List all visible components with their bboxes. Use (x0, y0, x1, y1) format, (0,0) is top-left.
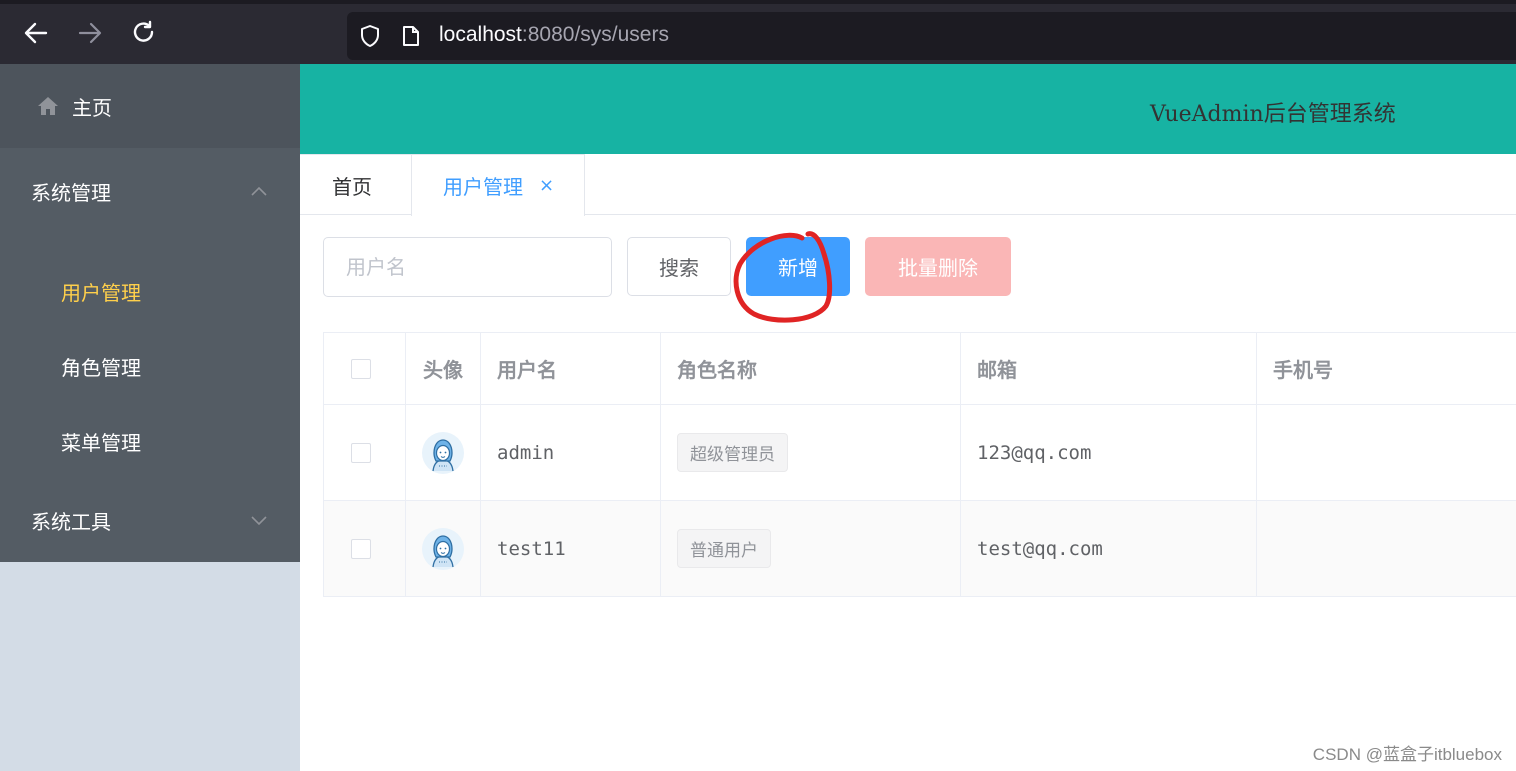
column-header: 角色名称 (661, 333, 961, 404)
phone-cell (1257, 405, 1516, 500)
url-path: :8080/sys/users (521, 23, 669, 46)
url-host: localhost (439, 23, 522, 46)
select-cell (324, 405, 406, 500)
select-cell (324, 501, 406, 596)
url-text: localhost:8080/sys/users (439, 23, 669, 47)
red-circle-annotation (733, 231, 833, 323)
chevron-down-icon (251, 515, 267, 525)
sidebar-item-label: 系统管理 (31, 180, 111, 205)
tab-user-management[interactable]: 用户管理 × (411, 154, 585, 216)
sidebar-item-label: 系统工具 (31, 510, 111, 534)
browser-toolbar: localhost:8080/sys/users (0, 0, 1516, 64)
row-checkbox[interactable] (350, 442, 371, 463)
user-table: 头像 用户名 角色名称 邮箱 手机号 admin 超级管理员 123@qq.co… (323, 332, 1516, 597)
page-icon (403, 26, 419, 46)
avatar (422, 527, 464, 570)
sidebar: 主页 系统管理 用户管理 角色管理 菜单管理 系统工具 (0, 64, 300, 771)
forward-button[interactable] (75, 18, 105, 48)
column-header: 手机号 (1273, 358, 1333, 382)
chevron-up-icon (251, 186, 267, 196)
email-cell: test@qq.com (961, 501, 1257, 596)
arrow-right-icon (78, 22, 102, 44)
watermark: CSDN @蓝盒子itbluebox (1312, 745, 1502, 764)
reload-button[interactable] (129, 18, 159, 48)
sidebar-item-roles[interactable]: 角色管理 (0, 329, 300, 404)
sidebar-submenu-tools[interactable]: 系统工具 (0, 479, 300, 562)
username-search-input[interactable] (323, 237, 612, 297)
arrow-left-icon (24, 22, 48, 44)
sidebar-item-label: 主页 (72, 95, 112, 120)
phone-cell (1257, 501, 1516, 596)
username-cell: admin (481, 405, 661, 500)
tab-home[interactable]: 首页 (300, 154, 412, 215)
role-tag: 普通用户 (677, 529, 771, 568)
back-button[interactable] (21, 18, 51, 48)
table-row[interactable]: test11 普通用户 test@qq.com (323, 501, 1516, 597)
sidebar-item-label: 用户管理 (61, 281, 141, 305)
app-header: VueAdmin后台管理系统 (300, 64, 1516, 154)
batch-delete-button[interactable]: 批量删除 (865, 237, 1011, 296)
sidebar-item-menus[interactable]: 菜单管理 (0, 404, 300, 479)
tab-label: 用户管理 (443, 175, 523, 199)
row-checkbox[interactable] (350, 538, 371, 559)
column-header: 头像 (406, 333, 481, 404)
table-header-row: 头像 用户名 角色名称 邮箱 手机号 (323, 333, 1516, 405)
reload-icon (133, 20, 154, 42)
tab-label: 首页 (332, 174, 372, 199)
close-icon[interactable]: × (539, 175, 554, 196)
search-button[interactable]: 搜索 (627, 237, 731, 296)
sidebar-menu: 主页 系统管理 用户管理 角色管理 菜单管理 系统工具 (0, 64, 300, 562)
role-cell: 普通用户 (661, 501, 961, 596)
select-all-checkbox[interactable] (350, 358, 371, 379)
home-icon (38, 97, 58, 115)
shield-icon[interactable] (359, 24, 381, 48)
table-row[interactable]: admin 超级管理员 123@qq.com (323, 405, 1516, 501)
sidebar-item-users[interactable]: 用户管理 (0, 254, 300, 329)
avatar (422, 431, 464, 474)
app-title: VueAdmin后台管理系统 (1150, 102, 1396, 127)
avatar-cell (406, 405, 481, 500)
sidebar-item-label: 菜单管理 (61, 431, 141, 455)
sidebar-item-label: 角色管理 (61, 356, 141, 380)
role-cell: 超级管理员 (661, 405, 961, 500)
address-bar[interactable]: localhost:8080/sys/users (347, 12, 1516, 60)
tab-bar: 首页 用户管理 × (300, 154, 1516, 216)
sidebar-item-home[interactable]: 主页 (0, 64, 300, 148)
column-header: 用户名 (481, 333, 661, 404)
email-cell: 123@qq.com (961, 405, 1257, 500)
sidebar-submenu-system[interactable]: 系统管理 (0, 148, 300, 234)
avatar-cell (406, 501, 481, 596)
username-cell: test11 (481, 501, 661, 596)
column-header: 邮箱 (961, 333, 1257, 404)
role-tag: 超级管理员 (677, 433, 788, 472)
header-select-cell (324, 333, 406, 404)
